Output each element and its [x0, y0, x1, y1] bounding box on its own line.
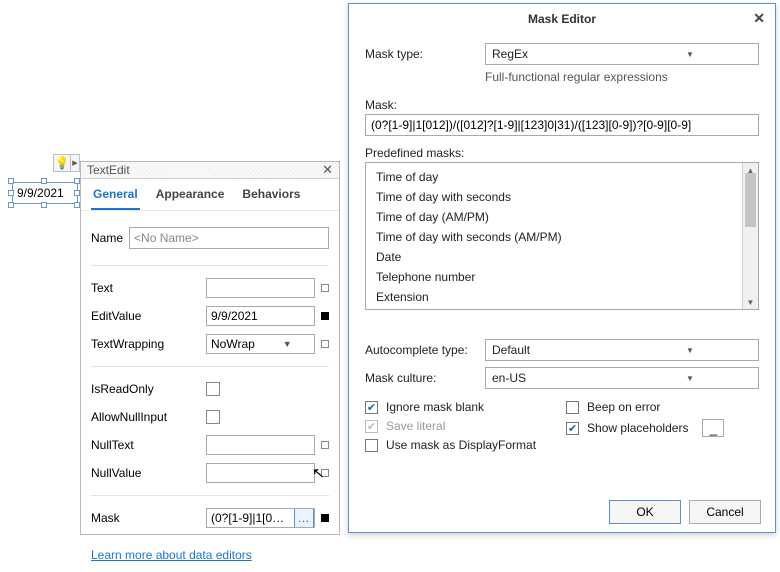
resize-handle[interactable]: [41, 178, 47, 184]
list-item[interactable]: Time of day with seconds: [368, 187, 756, 207]
scrollbar[interactable]: ▲ ▼: [742, 163, 758, 309]
marker-icon: [321, 340, 329, 348]
show-ph-label: Show placeholders: [587, 421, 688, 435]
masktype-help: Full-functional regular expressions: [485, 70, 759, 84]
save-literal-label: Save literal: [386, 419, 445, 433]
close-icon[interactable]: ✕: [753, 10, 765, 27]
predefined-masks-list: Time of day Time of day with seconds Tim…: [365, 162, 759, 310]
cancel-button[interactable]: Cancel: [689, 500, 761, 524]
smart-tag-dropdown[interactable]: ▶: [71, 154, 80, 172]
allownull-label: AllowNullInput: [91, 410, 206, 424]
marker-icon: [321, 514, 329, 522]
chevron-down-icon: ▼: [622, 50, 758, 59]
list-item[interactable]: Time of day (AM/PM): [368, 207, 756, 227]
text-label: Text: [91, 281, 206, 295]
culture-value: en-US: [486, 371, 622, 385]
mask-label: Mask: [91, 511, 206, 525]
list-item[interactable]: Telephone number: [368, 267, 756, 287]
beep-checkbox[interactable]: [566, 401, 579, 414]
nulltext-input[interactable]: [206, 435, 315, 455]
nullvalue-input[interactable]: [206, 463, 315, 483]
close-icon[interactable]: ✕: [322, 162, 333, 178]
autocomplete-combo[interactable]: Default ▼: [485, 339, 759, 361]
nullvalue-label: NullValue: [91, 466, 206, 480]
bulb-icon: 💡: [55, 156, 70, 170]
textwrapping-combo[interactable]: NoWrap ▼: [206, 334, 315, 354]
ok-button[interactable]: OK: [609, 500, 681, 524]
textwrapping-label: TextWrapping: [91, 337, 206, 351]
placeholder-char-input[interactable]: [702, 419, 724, 437]
resize-handle[interactable]: [8, 178, 14, 184]
tab-general[interactable]: General: [91, 187, 140, 210]
editvalue-input[interactable]: [206, 306, 315, 326]
panel-title: TextEdit: [87, 163, 130, 177]
tab-appearance[interactable]: Appearance: [154, 187, 227, 210]
property-panel: TextEdit ✕ General Appearance Behaviors …: [80, 161, 340, 535]
marker-icon: [321, 312, 329, 320]
mask-text-input[interactable]: [365, 114, 759, 136]
masktype-combo[interactable]: RegEx ▼: [485, 43, 759, 65]
marker-icon: [321, 469, 329, 477]
scroll-thumb[interactable]: [745, 173, 756, 227]
scroll-down-icon[interactable]: ▼: [743, 295, 758, 309]
mask-value: (0?[1-9]|1[012])/: [207, 511, 294, 525]
use-display-label: Use mask as DisplayFormat: [386, 438, 536, 452]
save-literal-checkbox: ✔: [365, 420, 378, 433]
name-label: Name: [91, 231, 123, 245]
ignore-blank-label: Ignore mask blank: [386, 400, 484, 414]
autocomplete-value: Default: [486, 343, 622, 357]
learn-more-link[interactable]: Learn more about data editors: [91, 548, 329, 562]
nulltext-label: NullText: [91, 438, 206, 452]
marker-icon: [321, 284, 329, 292]
list-item[interactable]: Extension: [368, 287, 756, 307]
name-input[interactable]: [129, 227, 329, 249]
marker-icon: [321, 441, 329, 449]
culture-label: Mask culture:: [365, 371, 485, 385]
editvalue-label: EditValue: [91, 309, 206, 323]
isreadonly-checkbox[interactable]: [206, 382, 220, 396]
mask-input[interactable]: (0?[1-9]|1[012])/ …: [206, 508, 315, 528]
chevron-down-icon: ▼: [622, 374, 758, 383]
culture-combo[interactable]: en-US ▼: [485, 367, 759, 389]
smart-tag-bulb[interactable]: 💡: [53, 154, 71, 172]
designer-textedit-value: 9/9/2021: [17, 186, 64, 200]
isreadonly-label: IsReadOnly: [91, 382, 206, 396]
beep-label: Beep on error: [587, 400, 660, 414]
mask-editor-dialog: Mask Editor ✕ Mask type: RegEx ▼ Full-fu…: [348, 3, 776, 533]
resize-handle[interactable]: [8, 190, 14, 196]
show-ph-checkbox[interactable]: ✔: [566, 422, 579, 435]
list-item[interactable]: Time of day: [368, 167, 756, 187]
list-item[interactable]: Date: [368, 247, 756, 267]
masktype-label: Mask type:: [365, 47, 485, 61]
resize-handle[interactable]: [8, 202, 14, 208]
text-input[interactable]: [206, 278, 315, 298]
use-display-checkbox[interactable]: [365, 439, 378, 452]
ignore-blank-checkbox[interactable]: ✔: [365, 401, 378, 414]
tab-behaviors[interactable]: Behaviors: [240, 187, 302, 210]
designer-textedit[interactable]: 9/9/2021: [12, 182, 78, 204]
allownull-checkbox[interactable]: [206, 410, 220, 424]
autocomplete-label: Autocomplete type:: [365, 343, 485, 357]
textwrapping-value: NoWrap: [207, 337, 261, 351]
masktype-value: RegEx: [486, 47, 622, 61]
dialog-title: Mask Editor: [528, 12, 596, 26]
list-item[interactable]: Time of day with seconds (AM/PM): [368, 227, 756, 247]
mask-input-label: Mask:: [365, 98, 759, 112]
predefined-label: Predefined masks:: [365, 146, 759, 160]
resize-handle[interactable]: [41, 202, 47, 208]
mask-ellipsis-button[interactable]: …: [294, 508, 314, 528]
chevron-down-icon: ▼: [261, 339, 315, 349]
chevron-down-icon: ▼: [622, 346, 758, 355]
